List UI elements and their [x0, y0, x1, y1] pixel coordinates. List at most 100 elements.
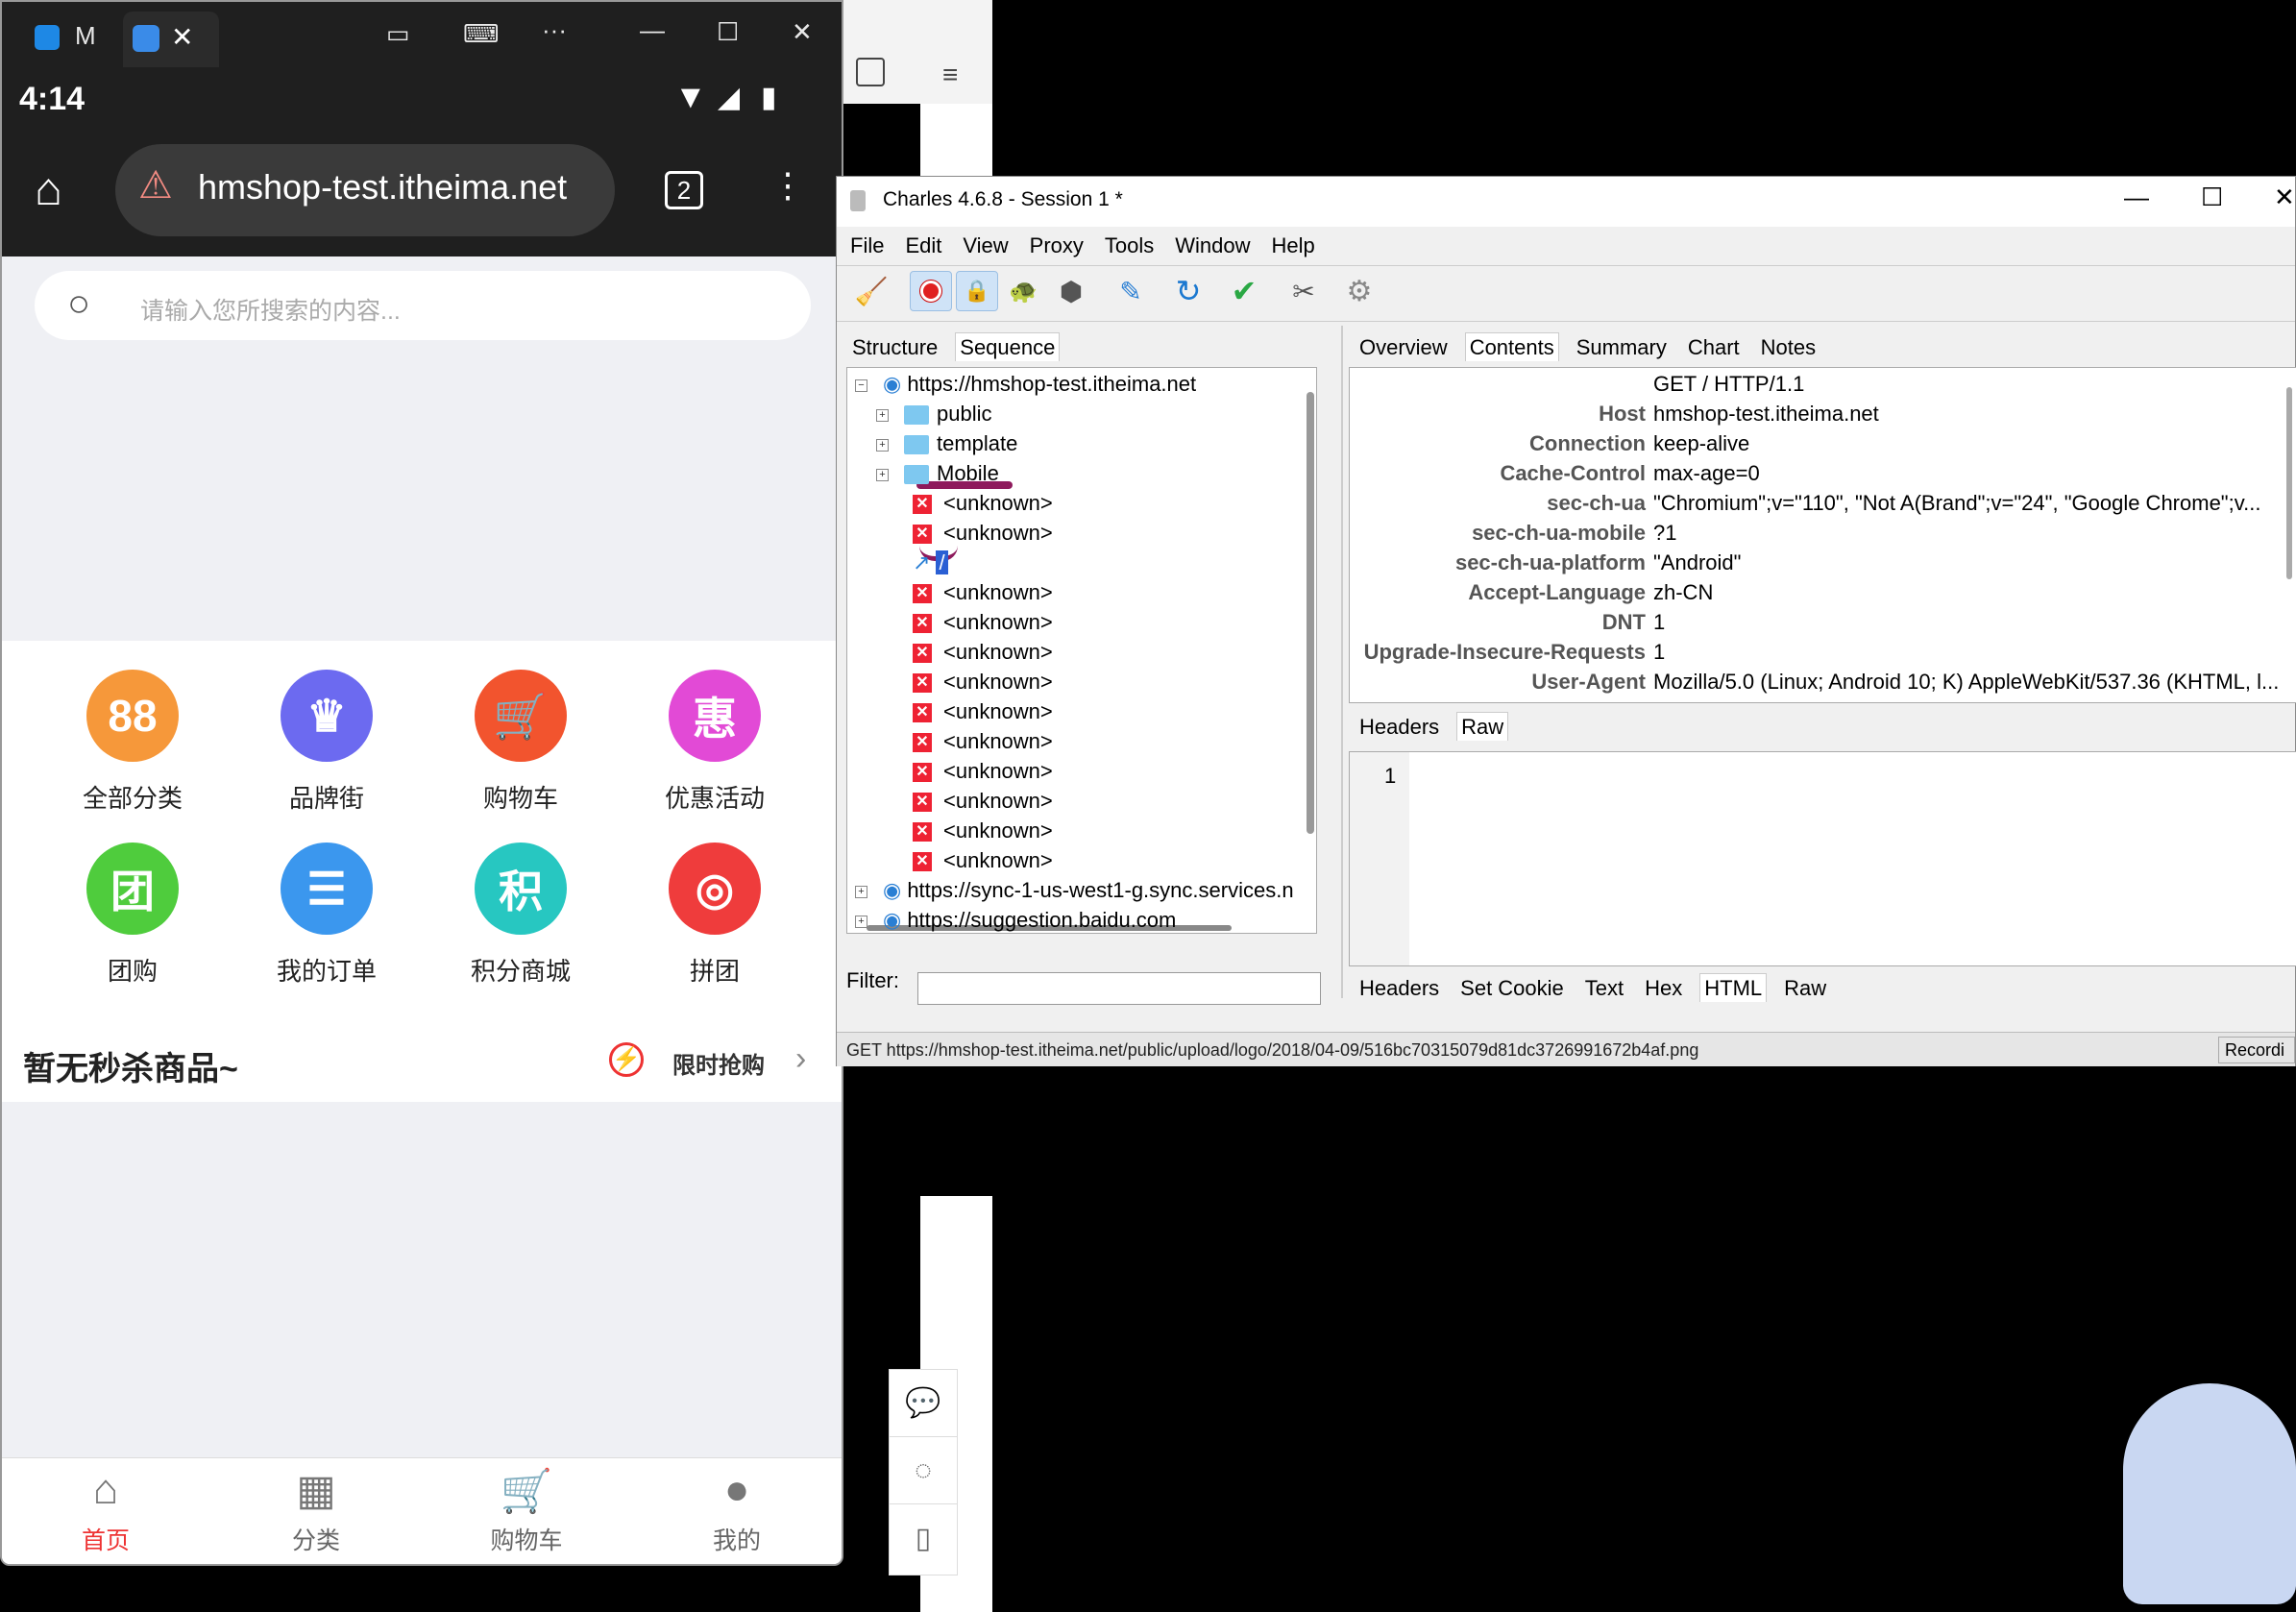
close-tab-icon[interactable]: ✕ [171, 21, 193, 53]
tree-unknown[interactable]: ✕ <unknown> [913, 727, 1053, 756]
message-icon[interactable]: 💬 [890, 1370, 957, 1437]
tree-unknown[interactable]: ✕ <unknown> [913, 578, 1053, 607]
wechat-icon[interactable]: ◌ [890, 1437, 957, 1504]
category-item[interactable]: 惠优惠活动 [657, 670, 772, 815]
bottom-nav-item[interactable]: ● 我的 [670, 1466, 804, 1556]
tab-hex[interactable]: Hex [1641, 974, 1686, 1002]
minimize-icon[interactable]: — [640, 15, 665, 45]
search-input[interactable]: ○ 请输入您所搜索的内容... [35, 271, 811, 340]
category-item[interactable]: 积积分商城 [463, 843, 578, 988]
menu-help[interactable]: Help [1272, 233, 1315, 257]
tab-headers[interactable]: Headers [1356, 713, 1443, 741]
ssl-lock-icon[interactable]: 🔒 [956, 271, 998, 311]
flash-sale-bar[interactable]: 暂无秒杀商品~ ⚡ 限时抢购 › [2, 1025, 842, 1102]
category-item[interactable]: ☰ 我的订单 [269, 843, 384, 988]
tree-unknown[interactable]: ✕ <unknown> [913, 757, 1053, 786]
tab-text[interactable]: Text [1581, 974, 1627, 1002]
expand-toggle[interactable]: + [855, 915, 867, 928]
tree-unknown[interactable]: ✕ <unknown> [913, 608, 1053, 637]
tree-folder[interactable]: + Mobile [876, 459, 999, 488]
category-item[interactable]: 88 全部分类 [75, 670, 190, 815]
tab-set-cookie[interactable]: Set Cookie [1456, 974, 1568, 1002]
collapse-toggle[interactable]: − [855, 379, 867, 392]
category-item[interactable]: 团团购 [75, 843, 190, 988]
tab-raw[interactable]: Raw [1780, 974, 1830, 1002]
tree-folder[interactable]: + template [876, 429, 1017, 458]
category-item[interactable]: 🛒 购物车 [463, 670, 578, 815]
tab-sequence[interactable]: Sequence [955, 332, 1061, 361]
screen-share-icon[interactable]: ▭ [386, 19, 410, 49]
more-icon[interactable]: ··· [542, 15, 567, 45]
tab-html[interactable]: HTML [1699, 973, 1768, 1002]
bottom-nav-item[interactable]: 🛒 购物车 [459, 1466, 594, 1556]
menu-proxy[interactable]: Proxy [1030, 233, 1084, 257]
expand-toggle[interactable]: + [876, 408, 889, 422]
tree-folder[interactable]: + public [876, 400, 991, 428]
tab-overview[interactable]: Overview [1356, 333, 1452, 361]
category-item[interactable]: ◎ 拼团 [657, 843, 772, 988]
menu-tools[interactable]: Tools [1105, 233, 1154, 257]
maximize-icon[interactable]: ☐ [2201, 183, 2223, 212]
error-icon: ✕ [913, 793, 932, 813]
tab-headers[interactable]: Headers [1356, 974, 1443, 1002]
tab-contents[interactable]: Contents [1464, 332, 1559, 361]
record-button[interactable] [910, 271, 952, 311]
category-item[interactable]: ♛ 品牌街 [269, 670, 384, 815]
close-icon[interactable]: ✕ [2274, 183, 2295, 212]
menu-view[interactable]: View [963, 233, 1008, 257]
url-bar[interactable]: ⚠ hmshop-test.itheima.net [115, 144, 615, 236]
tree-unknown[interactable]: ✕ <unknown> [913, 668, 1053, 696]
expand-toggle[interactable]: + [876, 468, 889, 481]
home-icon[interactable]: ⌂ [35, 163, 62, 216]
throttle-turtle-icon[interactable]: 🐢 [1002, 271, 1044, 311]
close-icon[interactable]: ✕ [792, 17, 813, 47]
bottom-nav-item[interactable]: ▦ 分类 [249, 1466, 383, 1556]
keyboard-icon[interactable]: ⌨ [463, 19, 500, 49]
expand-toggle[interactable]: + [876, 438, 889, 452]
active-tab[interactable]: ✕ [123, 12, 219, 67]
browser-menu-icon[interactable]: ⋮ [770, 165, 805, 206]
splitter[interactable] [1341, 326, 1343, 998]
tree-unknown[interactable]: ✕ <unknown> [913, 697, 1053, 726]
maximize-icon[interactable]: ☐ [717, 17, 739, 47]
minimize-icon[interactable]: — [2124, 183, 2149, 212]
tree-host[interactable]: + ◉ https://sync-1-us-west1-g.sync.servic… [855, 876, 1294, 905]
tab-chart[interactable]: Chart [1684, 333, 1744, 361]
validate-check-icon[interactable]: ✔ [1223, 271, 1265, 311]
filter-input[interactable] [917, 972, 1321, 1005]
tab-count[interactable]: 2 [665, 171, 703, 209]
tree-host[interactable]: + ◉ https://suggestion.baidu.com [855, 906, 1176, 933]
menu-lines-icon[interactable]: ≡ [942, 60, 958, 90]
tree-unknown[interactable]: ✕ <unknown> [913, 846, 1053, 875]
vertical-scrollbar[interactable] [2286, 387, 2292, 579]
breakpoint-hexagon-icon[interactable]: ⬢ [1050, 271, 1092, 311]
tree-unknown[interactable]: ✕ <unknown> [913, 817, 1053, 845]
header-row: Cache-Control max-age=0 [1357, 459, 1759, 488]
expand-toggle[interactable]: + [855, 885, 867, 898]
tools-icon[interactable]: ✂ [1282, 271, 1325, 311]
flash-link[interactable]: 限时抢购 [672, 1046, 765, 1080]
settings-gear-icon[interactable]: ⚙ [1338, 271, 1380, 311]
tree-unknown[interactable]: ✕ <unknown> [913, 638, 1053, 667]
tab-raw[interactable]: Raw [1456, 712, 1509, 741]
tree-host[interactable]: − ◉ https://hmshop-test.itheima.net [855, 370, 1196, 399]
tree-slash[interactable]: ↗ / [913, 549, 948, 577]
menu-edit[interactable]: Edit [905, 233, 941, 257]
compose-pen-icon[interactable]: ✎ [1110, 271, 1152, 311]
menu-window[interactable]: Window [1175, 233, 1250, 257]
tree-unknown[interactable]: ✕ <unknown> [913, 787, 1053, 816]
tab-summary[interactable]: Summary [1573, 333, 1671, 361]
phone-icon[interactable]: ▯ [890, 1504, 957, 1572]
tree-unknown[interactable]: ✕ <unknown> [913, 519, 1053, 548]
tab-structure[interactable]: Structure [848, 333, 941, 361]
cart-icon: 🛒 [500, 1468, 553, 1515]
tree-unknown[interactable]: ✕ <unknown> [913, 489, 1053, 518]
repeat-icon[interactable]: ↻ [1167, 271, 1209, 311]
unknown-label: <unknown> [943, 521, 1053, 545]
bottom-nav-item[interactable]: ⌂ 首页 [38, 1466, 173, 1556]
menu-file[interactable]: File [850, 233, 884, 257]
vertical-scrollbar[interactable] [1307, 392, 1314, 834]
tab-notes[interactable]: Notes [1757, 333, 1820, 361]
extensions-icon[interactable] [856, 58, 885, 86]
broom-icon[interactable]: 🧹 [850, 271, 892, 311]
